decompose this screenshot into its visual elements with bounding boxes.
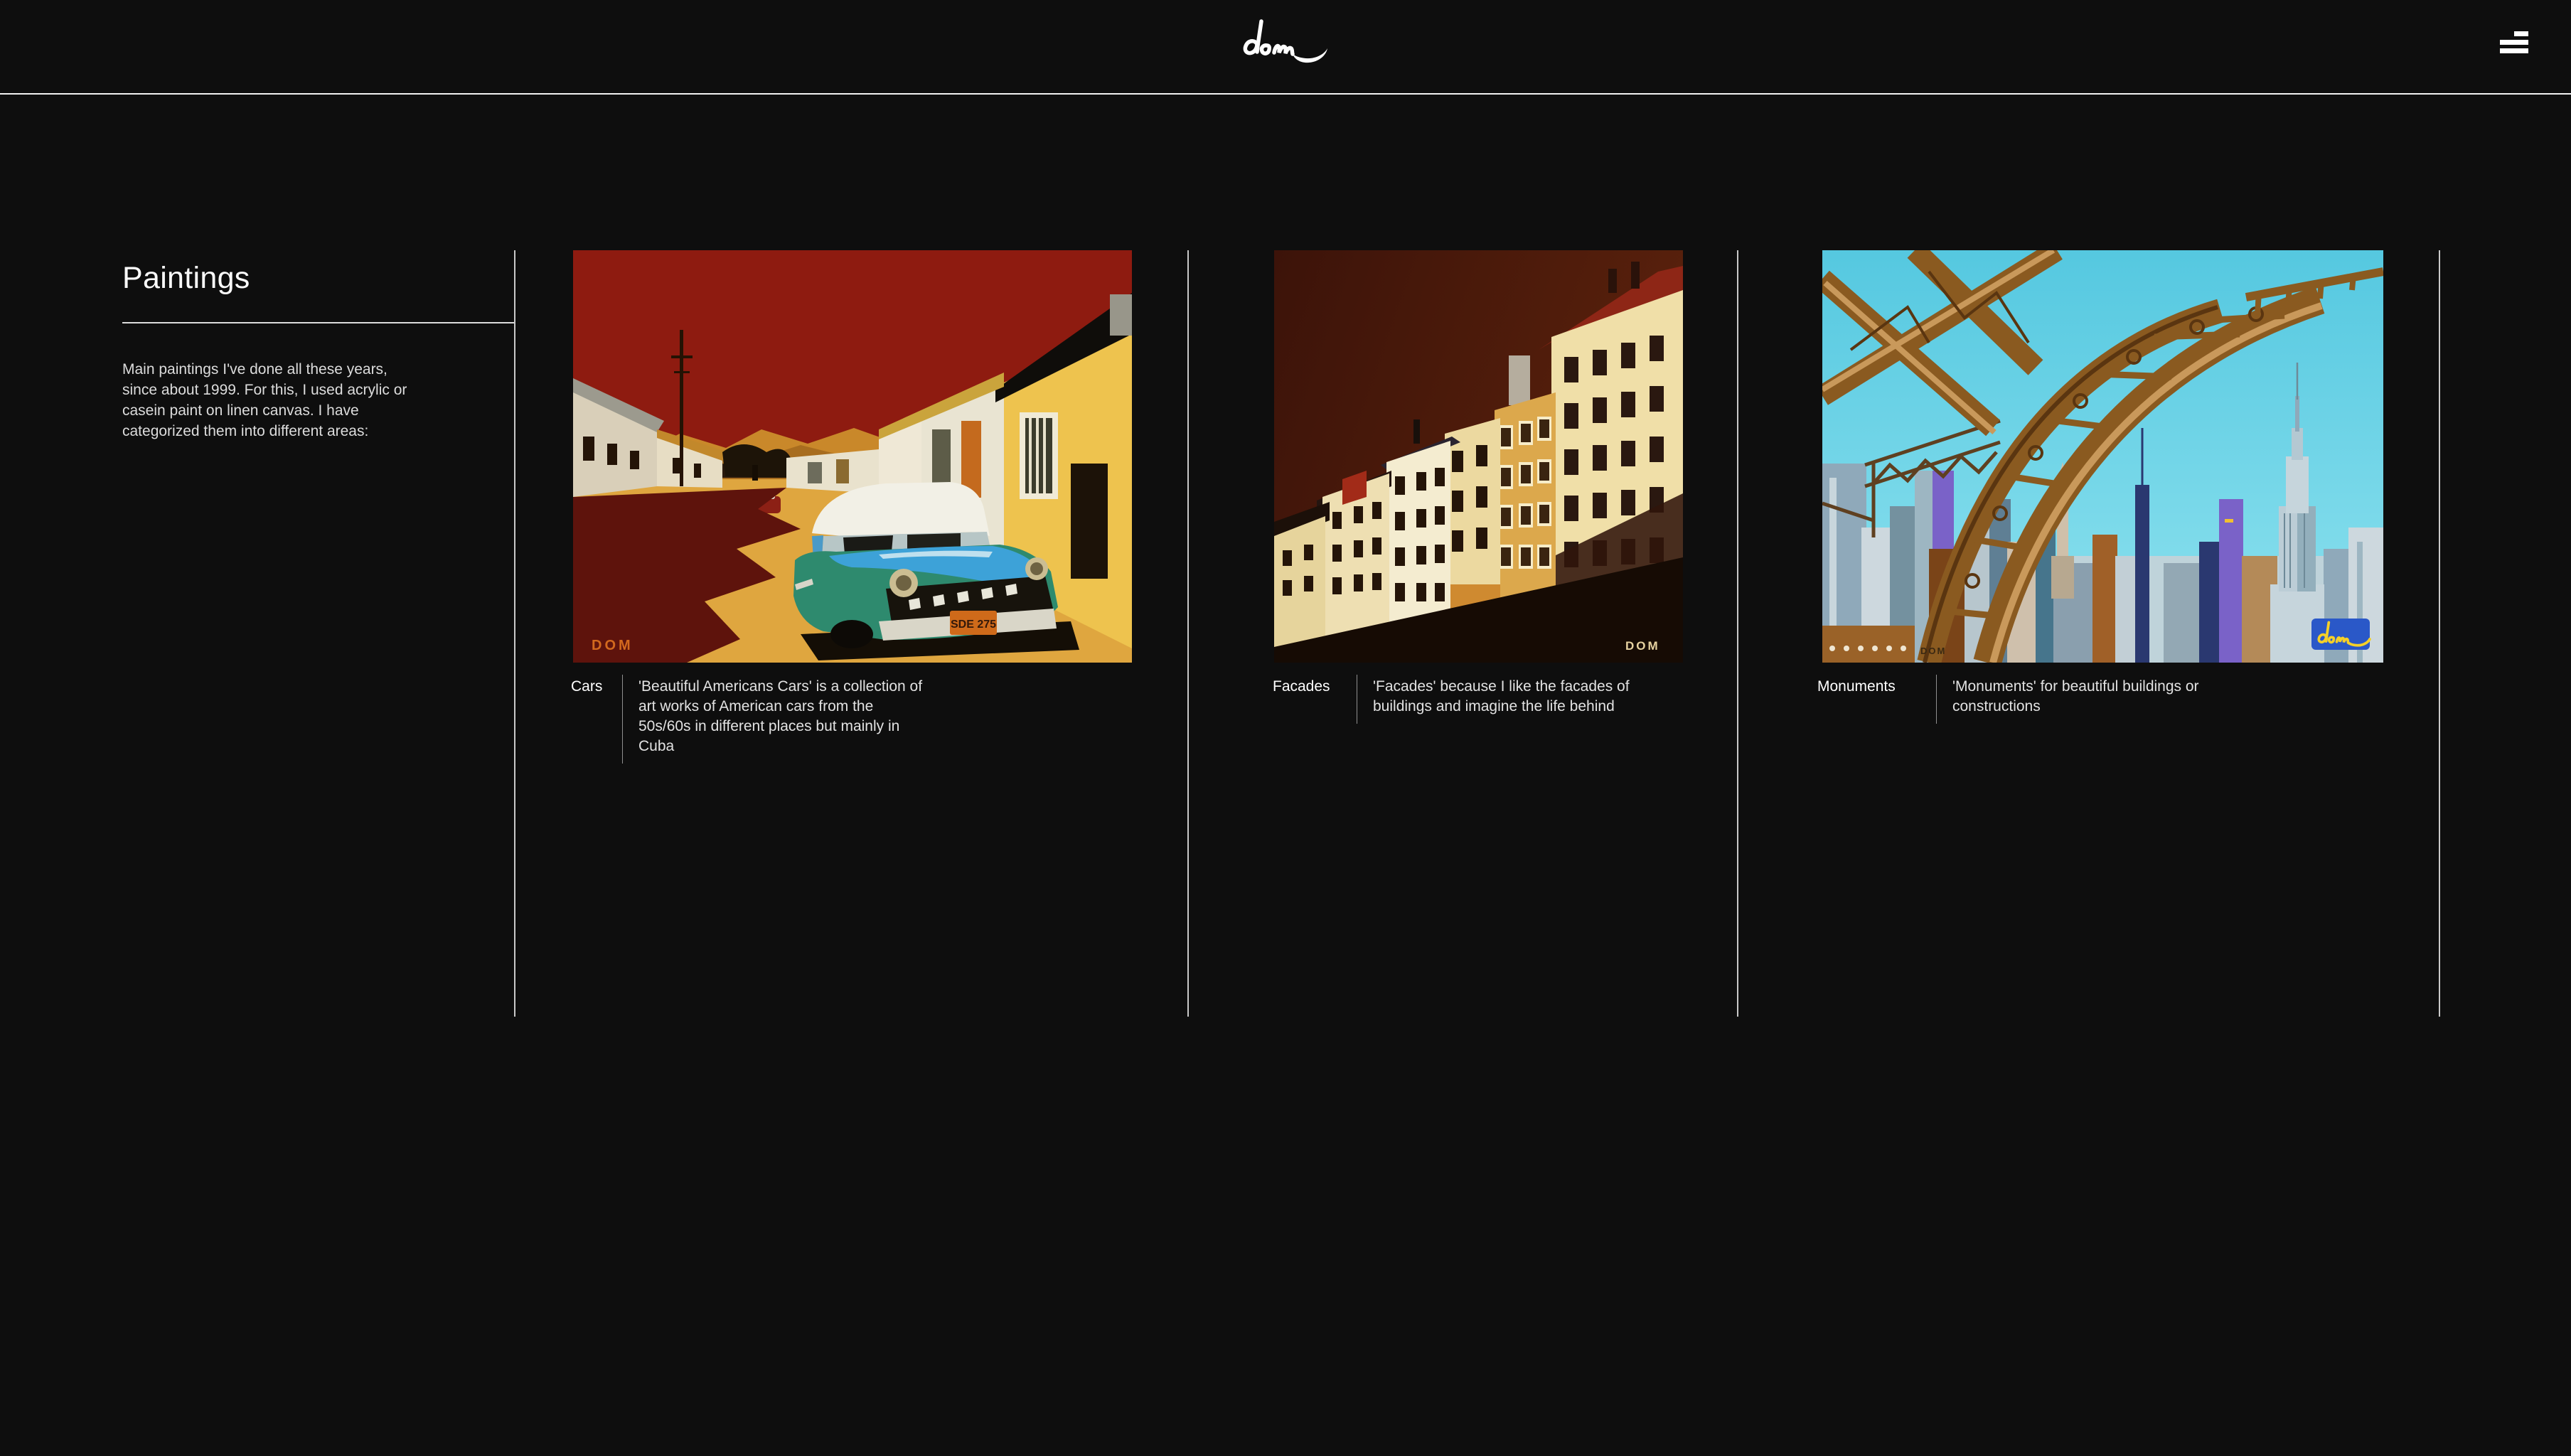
- caption-divider: [1936, 675, 1937, 724]
- sidebar-description-line: since about 1999. For this, I used acryl…: [122, 382, 407, 398]
- description-line: buildings and imagine the life behind: [1373, 698, 1615, 714]
- caption-divider: [622, 675, 623, 764]
- category-description-cars: 'Beautiful Americans Cars' is a collecti…: [638, 677, 922, 756]
- column-divider: [514, 250, 515, 1017]
- page-title: Paintings: [122, 260, 250, 295]
- painting-cars[interactable]: SDE 275 DOM: [573, 250, 1132, 663]
- caption-monuments: Monuments 'Monuments' for beautiful buil…: [1817, 675, 2199, 724]
- sidebar-description-line: casein paint on linen canvas. I have: [122, 402, 359, 419]
- title-underline: [122, 322, 514, 323]
- description-line: constructions: [1952, 698, 2041, 714]
- column-divider: [1737, 250, 1738, 1017]
- column-divider: [2439, 250, 2440, 1017]
- description-line: Cuba: [638, 738, 675, 754]
- column-divider: [1187, 250, 1189, 1017]
- caption-cars: Cars 'Beautiful Americans Cars' is a col…: [571, 675, 922, 764]
- category-label-cars[interactable]: Cars: [571, 677, 622, 756]
- artist-signature: DOM: [1625, 639, 1660, 653]
- menu-bar-middle: [2500, 40, 2528, 45]
- painting-monuments[interactable]: DOM: [1822, 250, 2383, 663]
- menu-bar-bottom: [2500, 48, 2528, 53]
- sidebar-description: Main paintings I've done all these years…: [122, 359, 407, 441]
- description-line: art works of American cars from the: [638, 698, 874, 714]
- artist-signature: DOM: [592, 638, 634, 653]
- description-line: 'Beautiful Americans Cars' is a collecti…: [638, 678, 923, 695]
- category-description-facades: 'Facades' because I like the facades of …: [1373, 677, 1630, 717]
- site-logo[interactable]: [1236, 11, 1335, 71]
- painting-facades[interactable]: DOM: [1274, 250, 1683, 663]
- hamburger-menu-icon[interactable]: [2500, 31, 2528, 57]
- artist-signature-box: [2311, 619, 2371, 650]
- menu-bar-top: [2514, 31, 2528, 36]
- artist-signature-small: DOM: [1920, 646, 1946, 656]
- category-label-facades[interactable]: Facades: [1273, 677, 1357, 717]
- sidebar-description-line: Main paintings I've done all these years…: [122, 361, 387, 378]
- description-line: 'Facades' because I like the facades of: [1373, 678, 1630, 695]
- site-header: [0, 0, 2571, 95]
- sidebar-description-line: categorized them into different areas:: [122, 423, 369, 439]
- category-description-monuments: 'Monuments' for beautiful buildings or c…: [1952, 677, 2199, 717]
- category-label-monuments[interactable]: Monuments: [1817, 677, 1936, 717]
- caption-facades: Facades 'Facades' because I like the fac…: [1273, 675, 1630, 724]
- description-line: 50s/60s in different places but mainly i…: [638, 718, 900, 734]
- logo-swoosh: [1293, 48, 1327, 63]
- license-plate-text: SDE 275: [951, 619, 996, 631]
- description-line: 'Monuments' for beautiful buildings or: [1952, 678, 2199, 695]
- page: Paintings Main paintings I've done all t…: [0, 0, 2571, 1456]
